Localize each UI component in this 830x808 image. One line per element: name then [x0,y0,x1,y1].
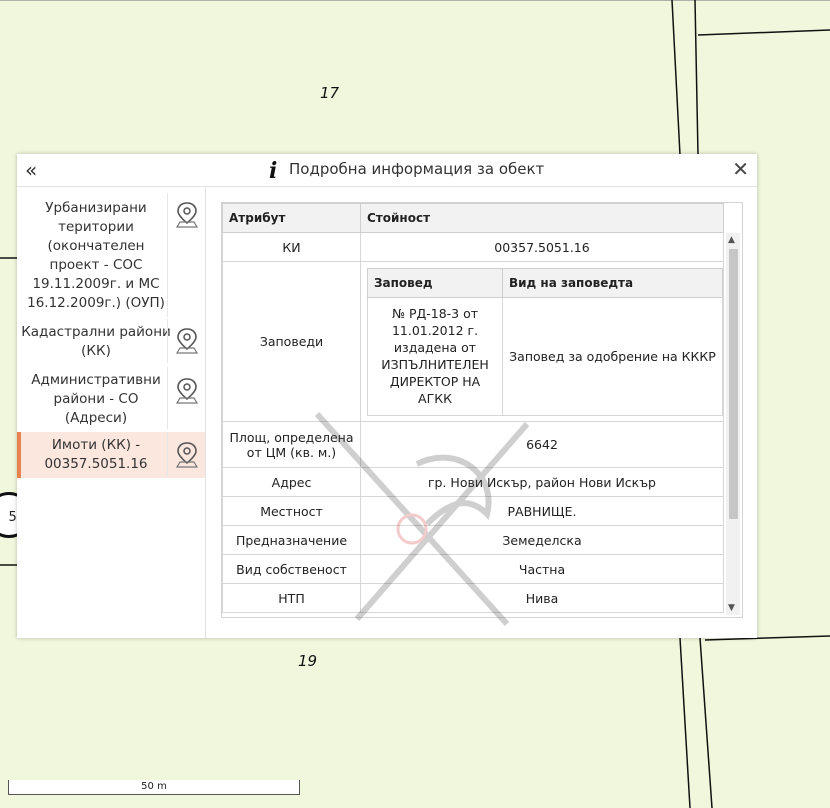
value-header: Стойност [360,203,724,233]
ki-value: 00357.5051.16 [360,232,724,262]
ntp-value: Нива [360,583,724,613]
scroll-down-icon[interactable]: ▼ [728,603,735,613]
orders-table: Заповед Вид на заповедта № РД-18-3 от 11… [367,267,723,416]
parcel-number-bottom: 19 [298,652,318,670]
scrollbar-thumb[interactable] [729,249,738,519]
order-type-value: Заповед за одобрение на КККР [502,296,723,416]
address-value: гр. Нови Искър, район Нови Искър [360,467,724,497]
attribute-header: Атрибут [222,203,361,233]
locate-button[interactable] [167,319,206,363]
scroll-up-icon[interactable]: ▲ [728,235,735,245]
locality-value: РАВНИЩЕ. [360,496,724,526]
sidebar-item-urban-territories[interactable]: Урбанизирани територии (окончателен прое… [17,193,205,317]
order-value: № РД-18-3 от 11.01.2012 г. издадена от И… [367,296,503,416]
locate-button[interactable] [167,367,206,429]
panel-header: « i Подробна информация за обект ✕ [17,154,757,187]
scale-bar: 50 m [8,780,300,795]
order-type-header: Вид на заповедта [502,267,723,298]
locate-button[interactable] [167,432,206,478]
map-pin-icon [175,442,199,468]
sidebar-item-label: Урбанизирани територии (окончателен прое… [27,200,165,311]
area-label: Площ, определена от ЦМ (кв. м.) [222,421,361,468]
map-pin-icon [175,202,199,228]
ntp-label: НТП [222,583,361,613]
sidebar-item-admin-districts[interactable]: Административни райони - СО (Адреси) [17,367,205,429]
locality-label: Местност [222,496,361,526]
sidebar-item-label: Имоти (КК) - 00357.5051.16 [44,437,148,472]
panel-title: Подробна информация за обект [289,160,545,178]
map-pin-icon [175,328,199,354]
orders-label: Заповеди [222,261,361,422]
purpose-value: Земеделска [360,525,724,555]
ownership-label: Вид собственост [222,554,361,584]
locate-button[interactable] [167,193,206,317]
purpose-label: Предназначение [222,525,361,555]
order-header: Заповед [367,267,503,298]
double-chevron-left-icon[interactable]: « [25,158,37,182]
address-label: Адрес [222,467,361,497]
table-scrollbar[interactable]: ▲ ▼ [726,233,740,615]
close-icon[interactable]: ✕ [732,157,749,181]
map-pin-icon [175,378,199,404]
sidebar-item-label: Кадастрални райони (КК) [21,324,171,359]
parcel-number-top: 17 [320,84,340,102]
sidebar-item-cadastral-districts[interactable]: Кадастрални райони (КК) [17,319,205,363]
sidebar-item-label: Административни райони - СО (Адреси) [31,372,161,426]
panel-title-wrap: Подробна информация за обект [269,160,544,178]
sidebar-item-properties[interactable]: Имоти (КК) - 00357.5051.16 [17,432,205,478]
orders-cell: Заповед Вид на заповедта № РД-18-3 от 11… [360,261,724,422]
ki-label: КИ [222,232,361,262]
layer-sidebar: Урбанизирани територии (окончателен прое… [17,187,206,638]
attribute-table: Атрибут Стойност КИ 00357.5051.16 Запове… [222,203,724,613]
area-value: 6642 [360,421,724,468]
attribute-table-container: Атрибут Стойност КИ 00357.5051.16 Запове… [221,202,743,618]
ownership-value: Частна [360,554,724,584]
object-info-panel: « i Подробна информация за обект ✕ Урбан… [17,154,757,638]
